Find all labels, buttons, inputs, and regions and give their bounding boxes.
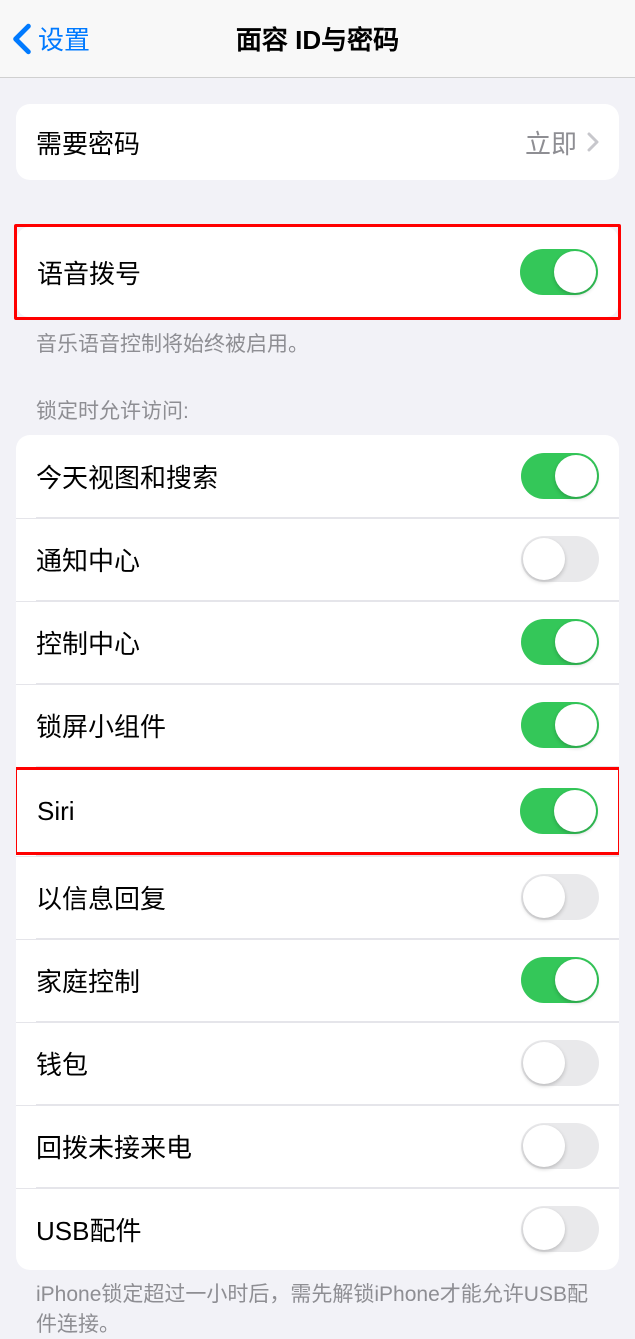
toggle-knob bbox=[555, 704, 597, 746]
chevron-right-icon bbox=[587, 132, 599, 152]
back-label: 设置 bbox=[38, 20, 90, 57]
toggle-knob bbox=[523, 1125, 565, 1167]
locked-access-item-label: 回拨未接来电 bbox=[36, 1128, 192, 1165]
voice-dial-row[interactable]: 语音拨号 bbox=[17, 227, 618, 317]
toggle-knob bbox=[523, 1042, 565, 1084]
locked-access-item-label: 家庭控制 bbox=[36, 962, 140, 999]
navbar: 设置 面容 ID与密码 bbox=[0, 0, 635, 78]
locked-access-item-label: USB配件 bbox=[36, 1211, 141, 1248]
locked-access-toggle[interactable] bbox=[521, 1206, 599, 1252]
locked-access-row[interactable]: 以信息回复 bbox=[16, 856, 619, 938]
toggle-knob bbox=[523, 876, 565, 918]
locked-access-group: 今天视图和搜索通知中心控制中心锁屏小组件 Siri 以信息回复家庭控制钱包回拨未接来… bbox=[16, 435, 619, 1270]
require-passcode-label: 需要密码 bbox=[36, 124, 140, 161]
toggle-knob bbox=[555, 621, 597, 663]
locked-access-row[interactable]: 今天视图和搜索 bbox=[16, 435, 619, 517]
locked-access-toggle[interactable] bbox=[521, 619, 599, 665]
locked-access-row[interactable]: 通知中心 bbox=[16, 518, 619, 600]
toggle-knob bbox=[555, 455, 597, 497]
content: 需要密码 立即 语音拨号 音乐语音控制将始终被启用。 锁定时允许访问: bbox=[0, 104, 635, 1339]
locked-access-section: 锁定时允许访问: 今天视图和搜索通知中心控制中心锁屏小组件 Siri 以信息回复家庭… bbox=[16, 395, 619, 1339]
locked-access-item-label: 锁屏小组件 bbox=[36, 707, 166, 744]
locked-access-row[interactable]: Siri bbox=[17, 770, 618, 852]
locked-access-item-label: 通知中心 bbox=[36, 541, 140, 578]
siri-highlight: Siri bbox=[16, 767, 619, 855]
locked-access-header: 锁定时允许访问: bbox=[16, 395, 619, 435]
locked-access-toggle[interactable] bbox=[521, 453, 599, 499]
locked-access-toggle[interactable] bbox=[521, 536, 599, 582]
locked-access-toggle[interactable] bbox=[521, 1123, 599, 1169]
locked-access-toggle[interactable] bbox=[520, 788, 598, 834]
locked-access-toggle[interactable] bbox=[521, 1040, 599, 1086]
locked-access-row[interactable]: 控制中心 bbox=[16, 601, 619, 683]
require-passcode-section: 需要密码 立即 bbox=[16, 104, 619, 180]
row-right: 立即 bbox=[525, 124, 599, 161]
toggle-knob bbox=[554, 790, 596, 832]
locked-access-toggle[interactable] bbox=[521, 702, 599, 748]
toggle-knob bbox=[523, 538, 565, 580]
chevron-left-icon bbox=[12, 23, 32, 55]
locked-access-item-label: 以信息回复 bbox=[36, 879, 166, 916]
page-title: 面容 ID与密码 bbox=[0, 20, 635, 57]
voice-dial-label: 语音拨号 bbox=[37, 254, 141, 291]
toggle-knob bbox=[523, 1208, 565, 1250]
locked-access-toggle[interactable] bbox=[521, 957, 599, 1003]
back-button[interactable]: 设置 bbox=[0, 20, 90, 57]
voice-dial-footer: 音乐语音控制将始终被启用。 bbox=[16, 320, 619, 359]
locked-access-item-label: 钱包 bbox=[36, 1045, 88, 1082]
locked-access-item-label: Siri bbox=[37, 796, 75, 827]
locked-access-item-label: 控制中心 bbox=[36, 624, 140, 661]
voice-dial-toggle[interactable] bbox=[520, 249, 598, 295]
locked-access-row[interactable]: USB配件 bbox=[16, 1188, 619, 1270]
locked-access-row[interactable]: 回拨未接来电 bbox=[16, 1105, 619, 1187]
locked-access-row[interactable]: 家庭控制 bbox=[16, 939, 619, 1021]
toggle-knob bbox=[555, 959, 597, 1001]
locked-access-row[interactable]: 锁屏小组件 bbox=[16, 684, 619, 766]
voice-dial-highlight: 语音拨号 bbox=[14, 224, 621, 320]
locked-access-footer: iPhone锁定超过一小时后，需先解锁iPhone才能允许USB配件连接。 bbox=[16, 1270, 619, 1339]
toggle-knob bbox=[554, 251, 596, 293]
require-passcode-row[interactable]: 需要密码 立即 bbox=[16, 104, 619, 180]
locked-access-row[interactable]: 钱包 bbox=[16, 1022, 619, 1104]
require-passcode-value: 立即 bbox=[525, 124, 577, 161]
locked-access-item-label: 今天视图和搜索 bbox=[36, 458, 218, 495]
locked-access-toggle[interactable] bbox=[521, 874, 599, 920]
